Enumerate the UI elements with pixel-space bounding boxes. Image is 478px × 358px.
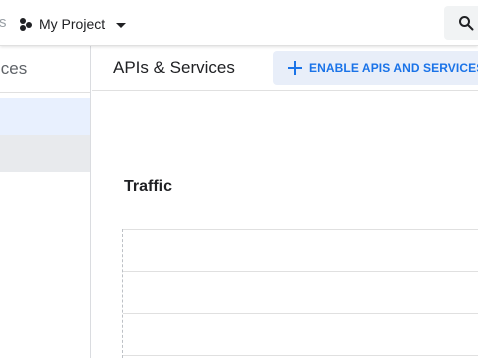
search-icon — [459, 16, 474, 31]
enable-apis-button[interactable]: ENABLE APIS AND SERVICES — [273, 51, 478, 85]
page-title: APIs & Services — [113, 58, 235, 77]
sidebar-title: ices — [0, 59, 28, 78]
chevron-down-icon — [116, 22, 127, 28]
project-picker[interactable]: My Project — [19, 11, 127, 37]
sidebar-item-hovered[interactable] — [0, 135, 90, 172]
chart-y-axis — [122, 229, 123, 358]
top-bar: s My Project — [0, 0, 478, 46]
chart-gridline — [123, 271, 478, 272]
traffic-chart — [122, 229, 478, 358]
product-name: s — [0, 14, 7, 31]
page-header: APIs & Services ENABLE APIS AND SERVICES — [92, 46, 478, 91]
enable-apis-button-label: ENABLE APIS AND SERVICES — [309, 61, 478, 75]
plus-icon — [288, 61, 302, 75]
chart-gridline — [123, 355, 478, 356]
sidebar: ices — [0, 46, 91, 358]
chart-gridline — [123, 229, 478, 230]
sidebar-divider — [0, 92, 90, 93]
chart-gridline — [123, 313, 478, 314]
traffic-title: Traffic — [124, 178, 173, 195]
project-name: My Project — [39, 16, 106, 32]
search-button[interactable] — [444, 6, 478, 40]
sidebar-item-active[interactable] — [0, 98, 90, 135]
project-icon — [19, 17, 33, 31]
